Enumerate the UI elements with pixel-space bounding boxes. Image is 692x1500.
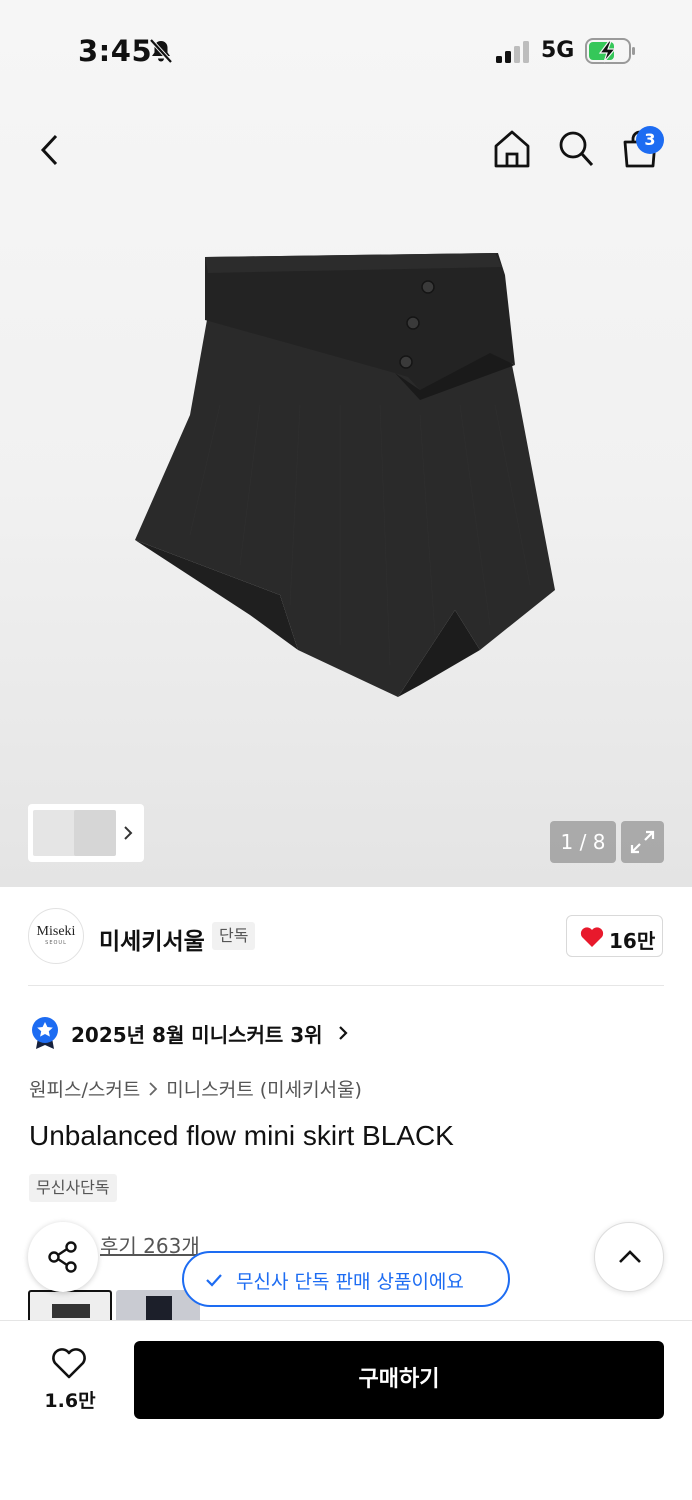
exclusive-toast: 무신사 단독 판매 상품이에요 [182,1251,510,1307]
share-icon [48,1241,77,1273]
thumbnail-strip[interactable] [28,804,144,862]
buy-button[interactable]: 구매하기 [134,1341,664,1419]
status-bar: 3:45 5G [0,0,692,100]
wishlist-count: 1.6만 [44,1390,96,1412]
brand-logo-sub: SEOUL [45,940,67,946]
scroll-top-button[interactable] [594,1222,664,1292]
brand-like-button[interactable]: 16만 [566,915,663,957]
exclusive-tag: 무신사단독 [29,1174,117,1202]
cart-count-badge: 3 [636,126,664,154]
toast-text: 무신사 단독 판매 상품이에요 [236,1271,464,1293]
back-chevron-icon[interactable] [34,130,68,170]
product-option-thumb-1[interactable] [28,1290,112,1320]
ranking-text: 2025년 8월 미니스커트 3위 [71,1023,323,1047]
network-type: 5G [541,38,575,63]
medal-star-icon [32,1017,58,1049]
expand-button[interactable] [621,821,664,863]
breadcrumb: 원피스/스커트 미니스커트 (미세키서울) [29,1075,362,1102]
chevron-up-icon [619,1250,641,1263]
thumbnail-2[interactable] [74,810,116,856]
status-time: 3:45 [78,34,153,68]
brand-logo-text: Miseki [36,924,76,939]
divider [28,985,664,986]
heart-icon [580,927,604,947]
product-title: Unbalanced flow mini skirt BLACK [29,1120,454,1151]
image-page-counter: 1 / 8 [550,821,616,863]
check-icon [206,1274,222,1287]
breadcrumb-category[interactable]: 원피스/스커트 [29,1079,140,1101]
product-gallery[interactable]: 3:45 5G 3 1 / 8 [0,0,692,887]
bell-off-icon [149,38,173,64]
wishlist-heart-icon[interactable] [50,1346,88,1380]
share-button[interactable] [28,1222,98,1292]
chevron-right-icon [339,1026,348,1040]
review-link[interactable]: 후기 263개 [100,1230,200,1259]
product-image[interactable] [130,245,560,705]
battery-charging-icon [585,38,635,64]
signal-icon [496,41,529,63]
brand-name[interactable]: 미세키서울 [99,922,205,956]
brand-like-count: 16만 [609,929,656,953]
chevron-right-icon [124,826,133,840]
brand-exclusive-tag: 단독 [212,922,256,950]
chevron-right-icon [149,1082,158,1096]
expand-icon [630,830,655,854]
search-icon[interactable] [556,128,596,170]
home-icon[interactable] [492,128,532,170]
brand-logo[interactable]: Miseki SEOUL [28,908,84,964]
thumbnail-1[interactable] [33,810,77,856]
breadcrumb-subcategory[interactable]: 미니스커트 (미세키서울) [166,1079,362,1101]
